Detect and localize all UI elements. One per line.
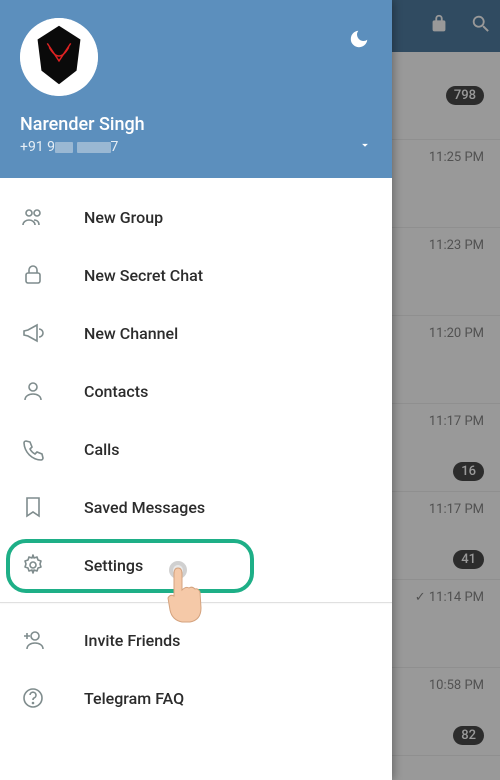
- menu-label: New Channel: [84, 324, 178, 343]
- menu-label: Calls: [84, 440, 119, 459]
- redacted: [77, 142, 111, 153]
- lock-icon: [20, 262, 46, 288]
- night-mode-toggle[interactable]: [348, 28, 370, 54]
- gear-icon: [20, 552, 46, 578]
- drawer-header: Narender Singh +91 9 7: [0, 0, 392, 178]
- menu-new-channel[interactable]: New Channel: [0, 304, 392, 362]
- menu-new-secret-chat[interactable]: New Secret Chat: [0, 246, 392, 304]
- avatar[interactable]: [20, 18, 98, 96]
- help-icon: [20, 685, 46, 711]
- menu-telegram-faq[interactable]: Telegram FAQ: [0, 669, 392, 727]
- person-icon: [20, 378, 46, 404]
- account-expand[interactable]: [358, 137, 372, 156]
- menu-invite-friends[interactable]: Invite Friends: [0, 611, 392, 669]
- menu-label: Telegram FAQ: [84, 689, 184, 708]
- menu-label: Invite Friends: [84, 631, 180, 650]
- menu-label: New Group: [84, 208, 163, 227]
- navigation-drawer: Narender Singh +91 9 7 New Group New Sec…: [0, 0, 392, 780]
- menu-settings[interactable]: Settings: [0, 536, 392, 594]
- add-person-icon: [20, 627, 46, 653]
- menu-saved-messages[interactable]: Saved Messages: [0, 478, 392, 536]
- menu-calls[interactable]: Calls: [0, 420, 392, 478]
- user-name: Narender Singh: [20, 114, 372, 135]
- phone-icon: [20, 436, 46, 462]
- user-phone: +91 9 7: [20, 139, 372, 155]
- drawer-menu: New Group New Secret Chat New Channel Co…: [0, 178, 392, 780]
- menu-new-group[interactable]: New Group: [0, 188, 392, 246]
- menu-label: Contacts: [84, 382, 148, 401]
- redacted: [55, 142, 73, 153]
- menu-label: Saved Messages: [84, 498, 205, 517]
- menu-label: New Secret Chat: [84, 266, 203, 285]
- megaphone-icon: [20, 320, 46, 346]
- group-icon: [20, 204, 46, 230]
- moon-icon: [348, 35, 370, 54]
- chevron-down-icon: [358, 137, 372, 156]
- menu-label: Settings: [84, 556, 143, 575]
- bookmark-icon: [20, 494, 46, 520]
- menu-divider: [0, 602, 392, 603]
- menu-contacts[interactable]: Contacts: [0, 362, 392, 420]
